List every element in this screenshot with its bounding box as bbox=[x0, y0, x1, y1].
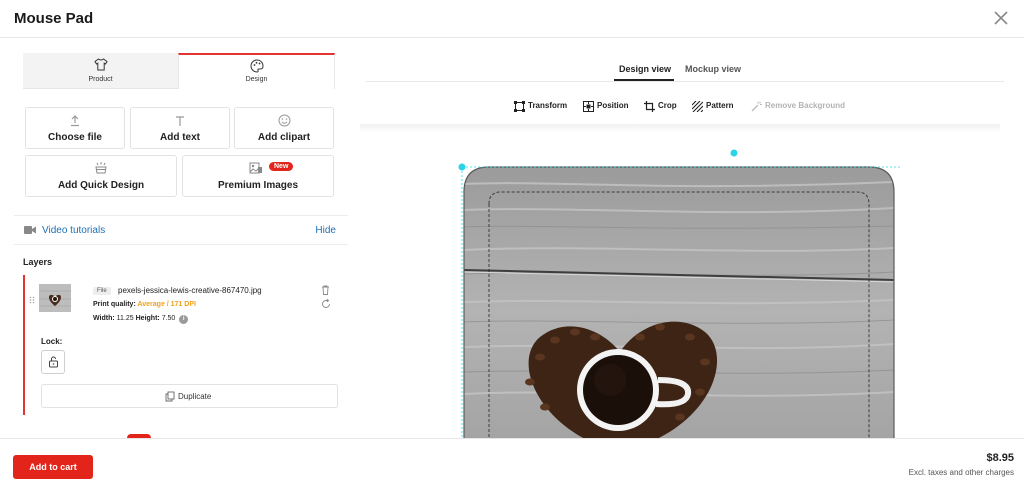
magic-wand-icon bbox=[95, 162, 107, 174]
canvas-top-shadow bbox=[360, 124, 1000, 132]
print-quality: Print quality: Average / 171 DPI bbox=[93, 301, 196, 308]
layer-thumbnail bbox=[39, 284, 71, 312]
add-quick-design-label: Add Quick Design bbox=[57, 180, 145, 191]
close-icon[interactable] bbox=[992, 9, 1010, 27]
remove-background-label: Remove Background bbox=[765, 101, 846, 110]
unlock-icon bbox=[49, 356, 58, 368]
price: $8.95 bbox=[986, 452, 1014, 464]
layer-item[interactable]: File pexels-jessica-lewis-creative-86747… bbox=[23, 275, 338, 415]
crop-label: Crop bbox=[658, 101, 677, 110]
pattern-icon bbox=[692, 101, 703, 112]
lock-label: Lock: bbox=[41, 337, 63, 346]
mousepad-preview bbox=[458, 149, 900, 438]
layer-dimensions: Width: 11.25 Height: 7.50 i bbox=[93, 315, 189, 324]
height-label: Height: bbox=[135, 315, 160, 322]
copy-icon bbox=[165, 391, 175, 402]
tab-product[interactable]: Product bbox=[23, 53, 178, 89]
trash-icon[interactable] bbox=[321, 285, 330, 295]
image-gallery-icon bbox=[249, 162, 262, 174]
premium-images-button[interactable]: New Premium Images bbox=[182, 155, 334, 197]
drag-handle-icon[interactable] bbox=[29, 296, 35, 304]
info-icon[interactable]: i bbox=[179, 315, 189, 324]
rotate-icon[interactable] bbox=[321, 299, 331, 309]
page-title: Mouse Pad bbox=[14, 10, 94, 27]
file-type-tag: File bbox=[93, 287, 111, 295]
magic-wand-icon bbox=[751, 101, 762, 112]
layer-file-name: pexels-jessica-lewis-creative-867470.jpg bbox=[118, 286, 262, 295]
design-canvas[interactable] bbox=[360, 132, 1004, 438]
mousepad-image bbox=[464, 167, 894, 438]
print-quality-value: Average / 171 DPI bbox=[137, 301, 196, 308]
print-quality-label: Print quality: bbox=[93, 301, 136, 308]
premium-images-label: Premium Images bbox=[217, 180, 299, 191]
position-icon bbox=[583, 101, 594, 112]
tshirt-icon bbox=[93, 58, 108, 71]
add-clipart-button[interactable]: Add clipart bbox=[234, 107, 334, 149]
tab-design[interactable]: Design bbox=[178, 53, 335, 89]
pattern-label: Pattern bbox=[706, 101, 734, 110]
duplicate-button[interactable]: Duplicate bbox=[41, 384, 338, 408]
view-tabs-divider bbox=[366, 81, 1004, 82]
add-text-label: Add text bbox=[160, 132, 200, 143]
sidebar-tabs: Product Design bbox=[23, 53, 335, 89]
footer-bar: Add to cart $8.95 Excl. taxes and other … bbox=[0, 438, 1024, 489]
text-icon bbox=[176, 116, 184, 126]
tab-design-view[interactable]: Design view bbox=[619, 64, 671, 74]
add-clipart-label: Add clipart bbox=[257, 132, 311, 143]
design-sidebar: Product Design Choose file Add text Add … bbox=[0, 38, 348, 438]
add-text-button[interactable]: Add text bbox=[130, 107, 230, 149]
height-value: 7.50 bbox=[161, 315, 176, 322]
hide-link[interactable]: Hide bbox=[315, 225, 336, 236]
transform-icon bbox=[514, 101, 525, 112]
lock-button[interactable] bbox=[41, 350, 65, 374]
rotate-handle-icon bbox=[730, 149, 738, 157]
price-note: Excl. taxes and other charges bbox=[908, 468, 1014, 477]
tab-mockup-view[interactable]: Mockup view bbox=[685, 64, 741, 74]
crop-icon bbox=[644, 101, 655, 112]
tab-design-label: Design bbox=[245, 76, 268, 83]
layers-heading: Layers bbox=[23, 257, 53, 267]
choose-file-button[interactable]: Choose file bbox=[25, 107, 125, 149]
modal-header: Mouse Pad bbox=[0, 0, 1024, 38]
width-value: 11.25 bbox=[116, 315, 134, 322]
position-label: Position bbox=[597, 101, 629, 110]
upload-icon bbox=[71, 115, 79, 127]
duplicate-label: Duplicate bbox=[178, 392, 212, 401]
choose-file-label: Choose file bbox=[48, 132, 102, 143]
tab-product-label: Product bbox=[88, 76, 113, 83]
video-tutorials-link[interactable]: Video tutorials bbox=[42, 225, 105, 236]
resize-handle-icon bbox=[458, 163, 466, 171]
video-tutorials-row: Video tutorials Hide bbox=[14, 215, 348, 245]
transform-label: Transform bbox=[528, 101, 568, 110]
video-camera-icon bbox=[24, 226, 36, 234]
add-to-cart-button[interactable]: Add to cart bbox=[13, 455, 93, 479]
palette-icon bbox=[250, 59, 264, 73]
add-quick-design-button[interactable]: Add Quick Design bbox=[25, 155, 177, 197]
width-label: Width: bbox=[93, 315, 115, 322]
smiley-icon bbox=[278, 114, 291, 127]
new-badge: New bbox=[269, 162, 294, 171]
